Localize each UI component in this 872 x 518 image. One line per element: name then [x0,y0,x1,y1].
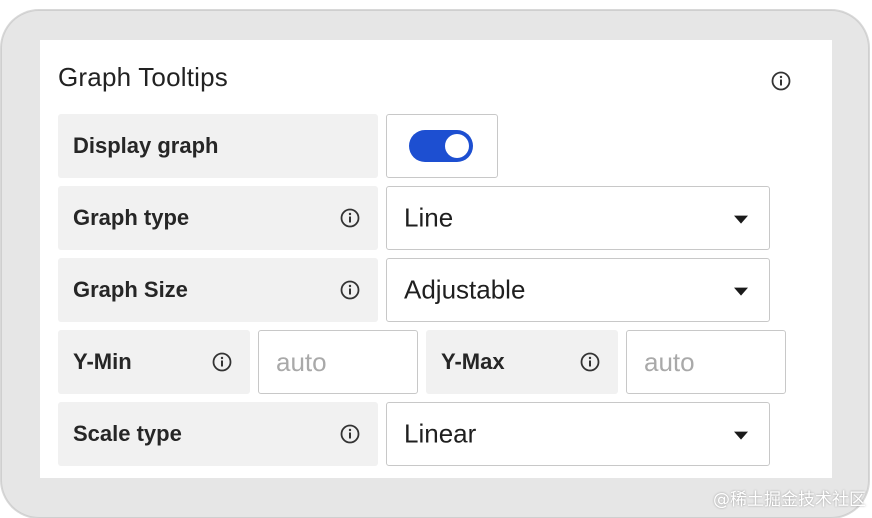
graph-size-value: Adjustable [404,274,526,305]
display-graph-toggle[interactable] [409,130,473,162]
scale-type-label-cell: Scale type [58,402,378,466]
graph-tooltips-panel: Graph Tooltips Display graph Graph type … [40,40,832,478]
y-max-field[interactable] [626,330,786,394]
graph-size-label-cell: Graph Size [58,258,378,322]
info-icon[interactable] [771,71,791,91]
info-icon[interactable] [340,208,360,228]
screenshot-frame: Graph Tooltips Display graph Graph type … [0,0,872,518]
graph-type-label-cell: Graph type [58,186,378,250]
y-min-label: Y-Min [73,349,132,374]
graph-type-label: Graph type [73,205,190,230]
scale-type-select[interactable]: Linear [386,402,770,466]
display-graph-label-cell: Display graph [58,114,378,178]
info-icon[interactable] [580,352,600,372]
graph-type-value: Line [404,202,454,233]
scale-type-value: Linear [404,418,477,449]
y-min-input[interactable] [259,331,417,393]
watermark: @稀土掘金技术社区 [713,490,866,510]
y-min-label-cell: Y-Min [58,330,250,394]
y-max-input[interactable] [627,331,785,393]
caret-down-icon [734,431,748,440]
display-graph-label: Display graph [73,133,219,158]
panel-title: Graph Tooltips [58,62,228,92]
graph-size-select[interactable]: Adjustable [386,258,770,322]
y-min-field[interactable] [258,330,418,394]
toggle-knob[interactable] [445,134,469,158]
caret-down-icon [734,287,748,296]
info-icon[interactable] [212,352,232,372]
info-icon[interactable] [340,280,360,300]
info-icon[interactable] [340,424,360,444]
graph-size-label: Graph Size [73,277,188,302]
y-max-label: Y-Max [441,349,505,374]
caret-down-icon [734,215,748,224]
y-max-label-cell: Y-Max [426,330,618,394]
scale-type-label: Scale type [73,421,182,446]
graph-type-select[interactable]: Line [386,186,770,250]
display-graph-toggle-box [386,114,498,178]
